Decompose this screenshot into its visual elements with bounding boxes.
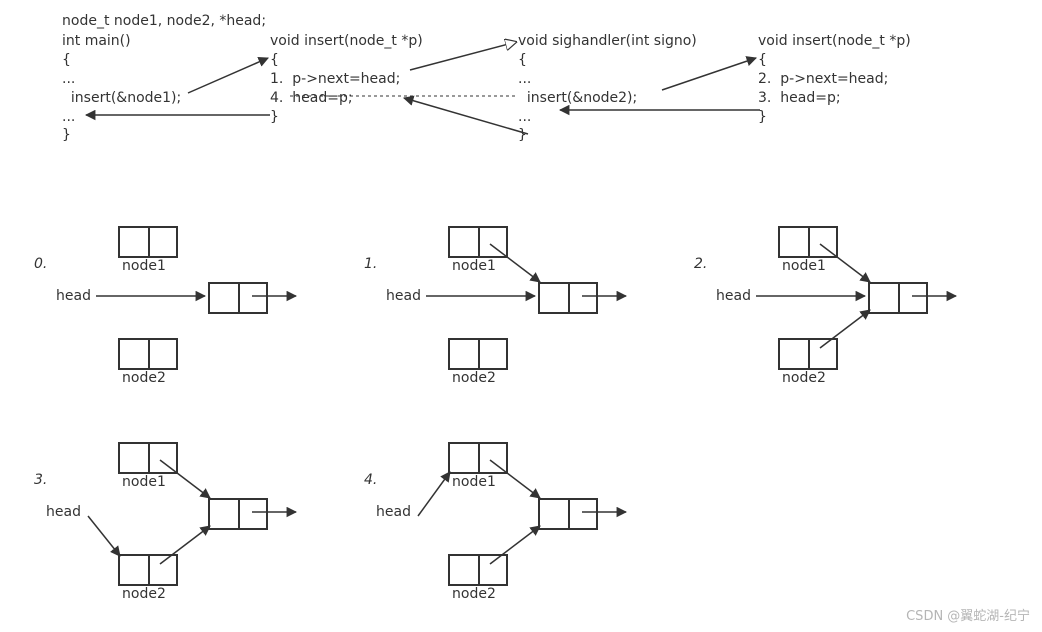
s1-node2-lbl: node2 <box>452 370 496 386</box>
s0-node2-lbl: node2 <box>122 370 166 386</box>
s4-node2-lbl: node2 <box>452 586 496 602</box>
s0-node1-box <box>118 226 178 258</box>
s0-node2-box <box>118 338 178 370</box>
s4-head-box <box>538 498 598 530</box>
s1-node1-box <box>448 226 508 258</box>
s1-node2-box <box>448 338 508 370</box>
step-2-label: 2. <box>694 256 707 272</box>
s0-head-box <box>208 282 268 314</box>
watermark: CSDN @翼蛇湖-纪宁 <box>906 605 1030 624</box>
s1-node1-lbl: node1 <box>452 258 496 274</box>
s3-node1-lbl: node1 <box>122 474 166 490</box>
s4-node1-lbl: node1 <box>452 474 496 490</box>
s1-head-box <box>538 282 598 314</box>
s2-node1-lbl: node1 <box>782 258 826 274</box>
step-1-label: 1. <box>364 256 377 272</box>
s3-node2-lbl: node2 <box>122 586 166 602</box>
s0-node1-lbl: node1 <box>122 258 166 274</box>
sighandler-block: void sighandler(int signo) { ... insert(… <box>518 32 697 145</box>
s2-head-lbl: head <box>716 288 751 304</box>
s2-node2-box <box>778 338 838 370</box>
s3-node1-box <box>118 442 178 474</box>
insert2-block: void insert(node_t *p) { 2. p->next=head… <box>758 32 911 126</box>
s3-head-lbl: head <box>46 504 81 520</box>
step-3-label: 3. <box>34 472 47 488</box>
step-0-label: 0. <box>34 256 47 272</box>
s2-node2-lbl: node2 <box>782 370 826 386</box>
s1-head-lbl: head <box>386 288 421 304</box>
s3-head-box <box>208 498 268 530</box>
s2-head-box <box>868 282 928 314</box>
step-4-label: 4. <box>364 472 377 488</box>
s3-node2-box <box>118 554 178 586</box>
insert1-block: void insert(node_t *p) { 1. p->next=head… <box>270 32 423 126</box>
s4-head-lbl: head <box>376 504 411 520</box>
s4-node2-box <box>448 554 508 586</box>
s2-node1-box <box>778 226 838 258</box>
main-block: int main() { ... insert(&node1); ... } <box>62 32 181 145</box>
s0-head-lbl: head <box>56 288 91 304</box>
decl-line: node_t node1, node2, *head; <box>62 12 266 31</box>
s4-node1-box <box>448 442 508 474</box>
